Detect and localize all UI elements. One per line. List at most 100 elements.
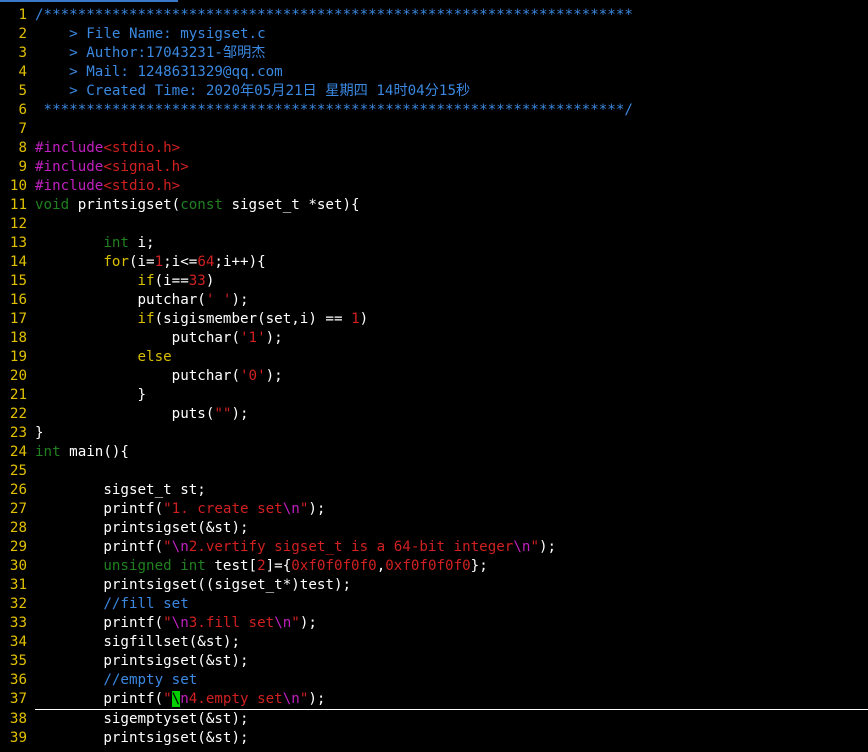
code-token-plain: ;i<=: [163, 254, 198, 270]
line-number: 14: [9, 254, 27, 270]
code-line[interactable]: 17 if(sigismember(set,i) == 1): [0, 310, 868, 329]
code-line[interactable]: 5 > Created Time: 2020年05月21日 星期四 14时04分…: [0, 82, 868, 101]
code-token-plain: sigemptyset(&st);: [35, 711, 249, 727]
line-code: printf("\n4.empty set\n");: [35, 691, 325, 707]
line-code: sigemptyset(&st);: [35, 711, 249, 727]
code-token-preproc: \n: [282, 501, 300, 517]
code-token-number: 0xf0f0f0f0: [291, 558, 377, 574]
code-line[interactable]: 28 printsigset(&st);: [0, 519, 868, 538]
code-token-string: ": [530, 539, 539, 555]
line-code: sigfillset(&st);: [35, 634, 240, 650]
code-token-string: 2.vertify sigset_t is a 64-bit integer: [188, 539, 514, 555]
code-line[interactable]: 2 > File Name: mysigset.c: [0, 25, 868, 44]
code-token-type: const: [180, 197, 223, 213]
code-buffer[interactable]: 1 /**************************************…: [0, 6, 868, 748]
code-token-plain: );: [299, 615, 317, 631]
code-line[interactable]: 9 #include<signal.h>: [0, 158, 868, 177]
line-number: 10: [9, 178, 27, 194]
line-code: int i;: [35, 235, 154, 251]
line-code: > Author:17043231-邹明杰: [35, 45, 265, 61]
code-token-string: '1': [240, 330, 266, 346]
code-line[interactable]: 12: [0, 215, 868, 234]
code-line-current[interactable]: 37 printf("\n4.empty set\n");: [10, 690, 868, 710]
code-token-string: 4.empty set: [188, 691, 283, 707]
code-line[interactable]: 19 else: [0, 348, 868, 367]
line-number: 21: [9, 387, 27, 403]
code-line[interactable]: 23}: [0, 424, 868, 443]
code-token-string: 3.fill set: [188, 615, 275, 631]
code-token-plain: printsigset((sigset_t*)test);: [35, 577, 352, 593]
code-token-plain: ): [205, 273, 215, 289]
code-line[interactable]: 8 #include<stdio.h>: [0, 139, 868, 158]
line-code: sigset_t st;: [35, 482, 206, 498]
code-line[interactable]: 21 }: [0, 386, 868, 405]
line-number: 1: [18, 7, 27, 23]
code-token-preproc: \n: [171, 615, 189, 631]
code-token-number: 33: [188, 273, 206, 289]
line-number: 27: [9, 501, 27, 517]
line-number: 17: [9, 311, 27, 327]
code-line[interactable]: 32 //fill set: [0, 595, 868, 614]
code-token-plain: putchar(: [35, 292, 206, 308]
code-line[interactable]: 34 sigfillset(&st);: [0, 633, 868, 652]
code-token-plain: }: [35, 387, 147, 403]
line-code: if(i==33): [35, 273, 215, 289]
code-token-plain: );: [265, 368, 283, 384]
code-line[interactable]: 22 puts("");: [0, 405, 868, 424]
line-number: 39: [9, 730, 27, 746]
line-code: puts("");: [35, 406, 249, 422]
vim-editor[interactable]: 1 /**************************************…: [0, 0, 868, 752]
code-line[interactable]: 36 //empty set: [0, 671, 868, 690]
line-number: 36: [9, 672, 27, 688]
code-token-preproc: #include: [35, 178, 104, 194]
code-line[interactable]: 7: [0, 120, 868, 139]
code-line[interactable]: 15 if(i==33): [0, 272, 868, 291]
code-line[interactable]: 33 printf("\n3.fill set\n");: [0, 614, 868, 633]
code-token-plain: (sigismember(set,i) ==: [154, 311, 352, 327]
code-token-comment: ****************************************…: [35, 102, 633, 118]
code-line[interactable]: 1 /**************************************…: [0, 6, 868, 25]
code-token-preproc: #include: [35, 159, 104, 175]
code-line[interactable]: 35 printsigset(&st);: [0, 652, 868, 671]
code-line[interactable]: 10 #include<stdio.h>: [0, 177, 868, 196]
code-line[interactable]: 25: [0, 462, 868, 481]
code-line[interactable]: 30 unsigned int test[2]={0xf0f0f0f0,0xf0…: [0, 557, 868, 576]
line-code: ****************************************…: [35, 102, 633, 118]
code-line[interactable]: 13 int i;: [0, 234, 868, 253]
code-line[interactable]: 3 > Author:17043231-邹明杰: [0, 44, 868, 63]
code-line[interactable]: 29 printf("\n2.vertify sigset_t is a 64-…: [0, 538, 868, 557]
code-line[interactable]: 38 sigemptyset(&st);: [0, 710, 868, 729]
line-number: 24: [9, 444, 27, 460]
code-token-plain: printsigset(&st);: [35, 653, 249, 669]
code-line[interactable]: 11 void printsigset(const sigset_t *set){: [0, 196, 868, 215]
code-token-string: <stdio.h>: [103, 178, 181, 194]
code-line[interactable]: 14 for(i=1;i<=64;i++){: [0, 253, 868, 272]
code-line[interactable]: 16 putchar(' ');: [0, 291, 868, 310]
code-line[interactable]: 20 putchar('0');: [0, 367, 868, 386]
line-code: > Created Time: 2020年05月21日 星期四 14时04分15…: [35, 83, 470, 99]
code-token-comment: //fill set: [103, 596, 189, 612]
line-code: #include<stdio.h>: [35, 178, 180, 194]
code-token-plain: );: [308, 501, 326, 517]
line-number: 9: [18, 159, 27, 175]
code-line[interactable]: 6 **************************************…: [0, 101, 868, 120]
code-line[interactable]: 27 printf("1. create set\n");: [0, 500, 868, 519]
line-number: 25: [9, 463, 27, 479]
code-line[interactable]: 26 sigset_t st;: [0, 481, 868, 500]
code-line[interactable]: 18 putchar('1');: [0, 329, 868, 348]
code-line[interactable]: 24 int main(){: [0, 443, 868, 462]
code-line[interactable]: 39 printsigset(&st);: [0, 729, 868, 748]
code-token-string: '0': [240, 368, 266, 384]
code-line[interactable]: 4 > Mail: 1248631329@qq.com: [0, 63, 868, 82]
code-token-number: 0xf0f0f0f0: [385, 558, 471, 574]
line-code: #include<signal.h>: [35, 159, 189, 175]
line-code: #include<stdio.h>: [35, 140, 180, 156]
line-number: 32: [9, 596, 27, 612]
line-number: 28: [9, 520, 27, 536]
code-line[interactable]: 31 printsigset((sigset_t*)test);: [0, 576, 868, 595]
